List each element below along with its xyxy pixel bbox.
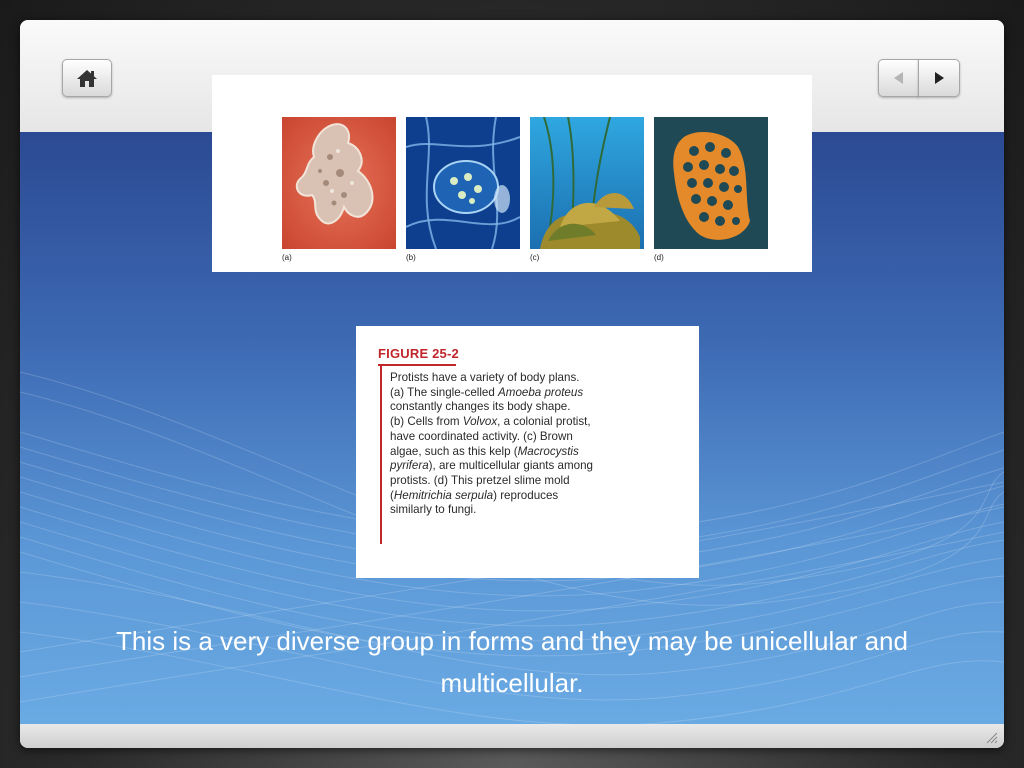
caption-line: protists. (d) This pretzel slime mold xyxy=(390,473,570,487)
caption-line: constantly changes its body shape. xyxy=(390,400,571,414)
slime-mold-photo xyxy=(654,117,768,249)
slide-body-text: This is a very diverse group in forms an… xyxy=(116,626,908,698)
next-slide-button[interactable] xyxy=(918,59,960,97)
protist-photo-strip: (a) (b) (c) (d) xyxy=(212,75,812,272)
bottom-bar xyxy=(20,724,1004,748)
figure-caption-box: FIGURE 25-2 Protists have a variety of b… xyxy=(356,326,699,578)
figure-title-rule xyxy=(378,364,456,366)
caption-line: pyrifera), are multicellular giants amon… xyxy=(390,459,593,473)
home-icon xyxy=(77,70,97,87)
panel-label-c: (c) xyxy=(530,253,540,262)
slide-frame: (a) (b) (c) (d) FIGURE 25-2 Protists hav… xyxy=(20,20,1004,748)
triangle-right-icon xyxy=(935,72,944,84)
volvox-photo xyxy=(406,117,520,249)
previous-slide-button[interactable] xyxy=(878,59,919,97)
figure-side-rule xyxy=(380,364,382,544)
caption-line: algae, such as this kelp (Macrocystis xyxy=(390,444,579,458)
panel-label-b: (b) xyxy=(406,253,416,262)
caption-line: have coordinated activity. (c) Brown xyxy=(390,429,573,443)
figure-title: FIGURE 25-2 xyxy=(378,346,459,361)
kelp-photo xyxy=(530,117,644,249)
panel-label-d: (d) xyxy=(654,253,664,262)
caption-line: Protists have a variety of body plans. xyxy=(390,371,580,384)
figure-caption: Protists have a variety of body plans. (… xyxy=(390,371,660,518)
caption-line: (Hemitrichia serpula) reproduces xyxy=(390,488,559,502)
panel-label-a: (a) xyxy=(282,253,292,262)
resize-grip-icon[interactable] xyxy=(984,730,998,744)
caption-line: (b) Cells from Volvox, a colonial protis… xyxy=(390,415,591,429)
caption-line: (a) The single-celled Amoeba proteus xyxy=(390,385,584,399)
triangle-left-icon xyxy=(893,72,903,84)
home-button[interactable] xyxy=(62,59,112,97)
amoeba-photo xyxy=(282,117,396,249)
caption-line: similarly to fungi. xyxy=(390,503,477,517)
